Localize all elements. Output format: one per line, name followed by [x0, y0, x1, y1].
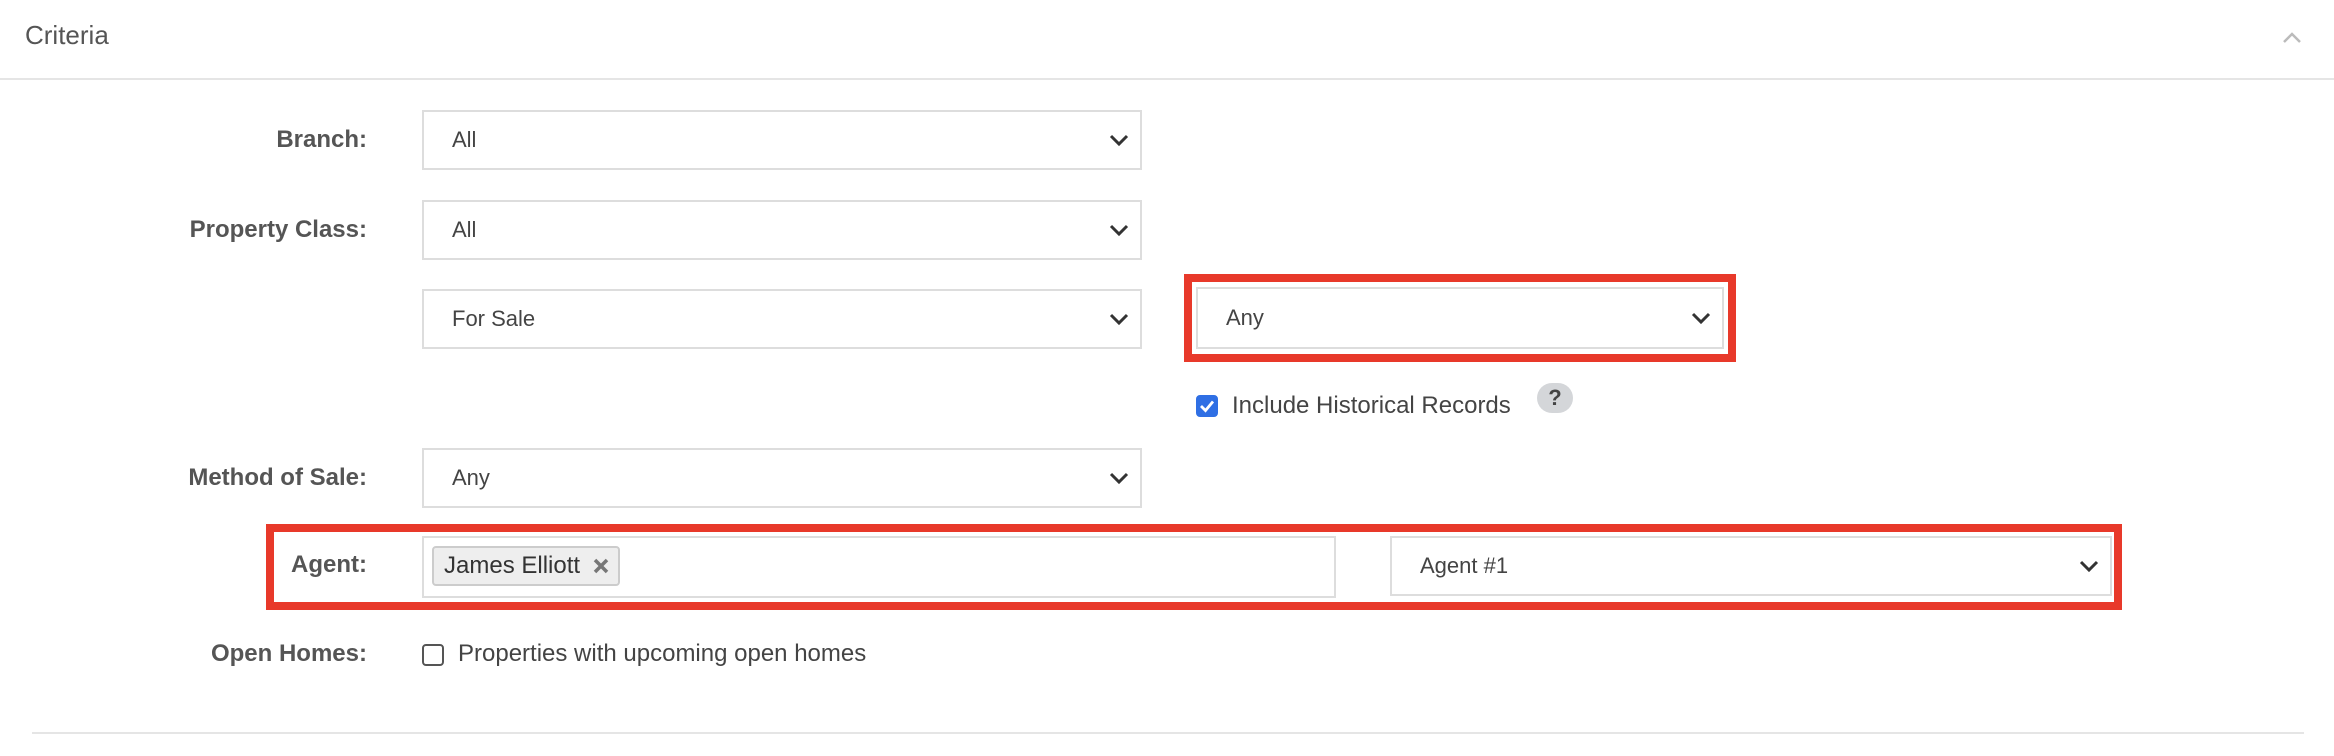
open-homes-checkbox[interactable] — [422, 644, 444, 666]
open-homes-label: Open Homes: — [210, 640, 367, 667]
agent-role-select-value: Agent #1 — [1420, 553, 1509, 578]
chevron-down-icon — [1109, 224, 1129, 237]
sub-status-select-value: Any — [1226, 305, 1264, 330]
property-status-select[interactable]: For Sale — [422, 289, 1142, 349]
close-icon[interactable] — [592, 557, 610, 575]
method-of-sale-select[interactable]: Any — [422, 448, 1142, 508]
chevron-down-icon — [1691, 312, 1711, 325]
open-homes-checkbox-label: Properties with upcoming open homes — [458, 640, 867, 667]
checkmark-icon — [1200, 400, 1215, 413]
method-of-sale-label: Method of Sale: — [188, 464, 367, 491]
bottom-divider — [32, 732, 2304, 734]
branch-label: Branch: — [276, 126, 367, 153]
panel-title: Criteria — [25, 20, 109, 50]
chevron-down-icon — [2079, 560, 2099, 573]
branch-select-value: All — [452, 127, 477, 152]
chevron-down-icon — [1109, 313, 1129, 326]
property-class-select[interactable]: All — [422, 200, 1142, 260]
chevron-down-icon — [1109, 472, 1129, 485]
property-class-select-value: All — [452, 217, 477, 242]
agent-role-select[interactable]: Agent #1 — [1390, 536, 2112, 596]
branch-select[interactable]: All — [422, 110, 1142, 170]
chevron-down-icon — [1109, 134, 1129, 147]
help-icon[interactable]: ? — [1537, 383, 1573, 413]
property-class-label: Property Class: — [189, 216, 367, 243]
property-status-select-value: For Sale — [452, 306, 536, 331]
method-of-sale-select-value: Any — [452, 465, 490, 490]
include-historical-label: Include Historical Records — [1232, 392, 1511, 419]
sub-status-select[interactable]: Any — [1196, 287, 1724, 349]
chevron-up-icon[interactable] — [2280, 26, 2304, 50]
criteria-panel-header[interactable]: Criteria — [0, 0, 2334, 80]
agent-tag: James Elliott — [432, 546, 621, 586]
include-historical-checkbox[interactable] — [1196, 395, 1218, 417]
agent-label: Agent: — [291, 551, 367, 578]
agent-tag-label: James Elliott — [444, 552, 581, 579]
criteria-page: Criteria Branch: All Property Class: All… — [0, 0, 2334, 756]
agent-multiselect[interactable]: James Elliott — [422, 536, 1336, 598]
